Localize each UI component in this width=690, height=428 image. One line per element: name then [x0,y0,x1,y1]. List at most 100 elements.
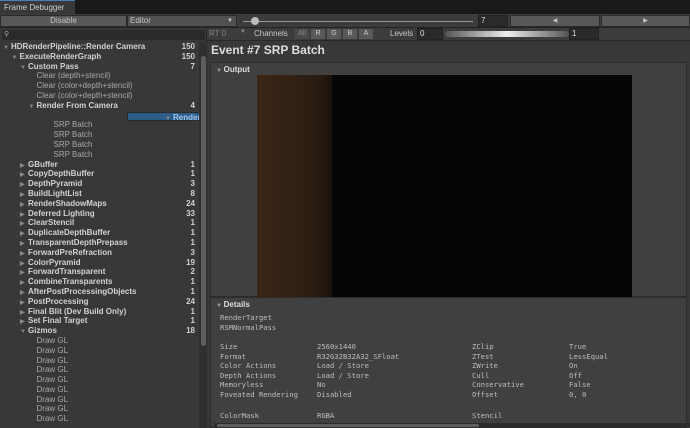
tree-item[interactable]: ▼ ExecuteRenderGraph 150 [0,52,199,62]
next-event-button[interactable]: ▶ [601,15,690,27]
tree-item[interactable]: Draw GL [0,385,199,395]
tree-item[interactable]: Draw GL [0,356,199,366]
tree-item[interactable]: ▶ DuplicateDepthBuffer 1 [0,228,199,238]
channel-g-button[interactable]: G [327,29,341,39]
tree-item-count: 24 [186,198,195,208]
render-target-name: RSMNormalPass [220,323,277,332]
tree-item[interactable]: Draw GL [0,404,199,414]
event-tree-panel: ⚲ ▼ HDRenderPipeline::Render Camera 150 ▼ Ex… [0,28,288,428]
detail-value: Load / Store [317,370,369,380]
tree-item[interactable]: ▶ PostProcessing 24 [0,297,199,307]
tree-item[interactable]: ▶ RenderShadowMaps 24 [0,199,199,209]
tree-item[interactable]: Draw GL [0,414,199,424]
levels-max-field[interactable]: 1 [569,28,599,40]
tree-item-label: Clear (color+depth+stencil) [36,90,133,100]
tree-item[interactable]: Draw GL [0,365,199,375]
chevron-down-icon: ▼ [240,29,246,35]
chevron-down-icon: ▼ [216,68,224,74]
detail-label: Memoryless [220,380,264,390]
details-scrollbar-thumb[interactable] [217,424,479,427]
tree-item-count: 1 [190,306,195,316]
tree-item[interactable]: Draw GL [0,336,199,346]
detail-label: Color Actions [220,361,277,371]
event-index-field[interactable]: 7 [478,15,508,27]
detail-value: Disabled [317,390,352,399]
tree-item-label: Deferred Lighting [28,208,95,218]
tree-item[interactable]: ▶ CombineTransparents 1 [0,277,199,287]
tree-scrollbar-thumb[interactable] [201,56,206,346]
tree-item-label: SRP Batch [53,130,93,140]
tree-item[interactable]: SRP Batch [0,150,199,160]
tree-item[interactable]: Clear (color+depth+stencil) [0,91,199,101]
details-section: ▼ Details RenderTarget RSMNormalPass Col… [210,297,690,428]
tree-item[interactable]: ▶ Set Final Target 1 [0,316,199,326]
tree-item-count: 1 [190,228,195,238]
detail-value: 2560x1440 [317,342,356,351]
title-bar: Frame Debugger [0,0,690,14]
tree-item[interactable]: ▶ TransparentDepthPrepass 1 [0,238,199,248]
levels-min-field[interactable]: 0 [417,28,443,40]
tree-item-label: ClearStencil [28,218,75,228]
channel-b-button[interactable]: B [343,29,357,39]
tree-item-count: 7 [190,61,195,71]
channel-r-button[interactable]: R [311,29,325,39]
tree-item[interactable]: ▶ AfterPostProcessingObjects 1 [0,287,199,297]
tree-item-label: ForwardPreRefraction [28,247,113,257]
tree-item[interactable]: Draw GL [0,346,199,356]
tree-item[interactable]: ▼ Gizmos 18 [0,326,199,336]
output-header[interactable]: ▼ Output [211,63,686,74]
tree-item-label: Final Blit (Dev Build Only) [28,306,127,316]
tree-item[interactable]: ▶ ForwardTransparent 2 [0,267,199,277]
levels-range-slider[interactable] [445,31,569,37]
tree-item[interactable]: ▶ GBuffer 1 [0,160,199,170]
channels-label: Channels [254,29,288,38]
detail-label: Foveated Rendering [220,390,298,399]
disable-button[interactable]: Disable [0,15,127,27]
tree-item[interactable]: ▶ ColorPyramid 19 [0,258,199,268]
event-slider[interactable] [243,21,473,22]
tab-frame-debugger[interactable]: Frame Debugger [0,0,75,14]
tree-item-label: Draw GL [36,394,69,404]
tree-item-count: 24 [186,296,195,306]
previous-event-button[interactable]: ◀ [510,15,600,27]
tree-item-count: 3 [190,179,195,189]
tree-item-label: Draw GL [36,384,69,394]
tree-item-label: Render From Camera [36,100,118,110]
tree-item[interactable]: SRP Batch [0,120,199,130]
tree-item-count: 150 [181,42,195,51]
event-slider-handle[interactable] [251,17,259,25]
tree-item[interactable]: ▶ ClearStencil 1 [0,218,199,228]
tree-item[interactable]: ▶ Deferred Lighting 33 [0,209,199,219]
tree-item[interactable]: ▶ BuildLightList 8 [0,189,199,199]
render-target-preview [257,75,632,298]
detail-value: 0, 0 [569,390,587,399]
details-header[interactable]: ▼ Details [211,298,686,309]
event-tree: ▼ HDRenderPipeline::Render Camera 150 ▼ Exec… [0,42,288,424]
tree-item[interactable]: ▶ DepthPyramid 3 [0,179,199,189]
tree-item[interactable]: SRP Batch [0,140,199,150]
tree-item-count: 1 [190,159,195,169]
channel-all-button[interactable]: All [295,29,309,39]
channel-a-button[interactable]: A [359,29,373,39]
tree-item[interactable]: ▶ ForwardPreRefraction 3 [0,248,199,258]
tree-item[interactable]: ▼ Render From Camera 4 [0,101,199,111]
tree-item[interactable]: Draw GL [0,375,199,385]
tree-item[interactable]: Clear (depth+stencil) [0,71,199,81]
tree-item-label: HDRenderPipeline::Render Camera [11,42,146,51]
render-target-dropdown[interactable]: RT 0 [209,29,226,38]
tree-item[interactable]: ▶ CopyDepthBuffer 1 [0,169,199,179]
tree-item[interactable]: Clear (color+depth+stencil) [0,81,199,91]
detail-label: ZClip [472,342,494,351]
tree-item[interactable]: ▼ Custom Pass 7 [0,62,199,72]
tree-item-label: DuplicateDepthBuffer [28,228,111,238]
tree-item[interactable]: Draw GL [0,395,199,405]
tree-item[interactable]: ▶ Final Blit (Dev Build Only) 1 [0,307,199,317]
tree-item-label: Draw GL [36,355,69,365]
expanded-arrow-icon[interactable]: ▼ [29,103,37,113]
stencil-label: Stencil [472,411,503,420]
toolbar: Disable Editor ▼ 7 ◀ ▶ [0,14,690,28]
search-input[interactable]: ⚲ [2,30,205,40]
target-dropdown[interactable]: Editor ▼ [127,15,237,27]
tree-item[interactable]: ▼ HDRenderPipeline::Render Camera 150 [0,42,199,52]
tree-item[interactable]: SRP Batch [0,130,199,140]
